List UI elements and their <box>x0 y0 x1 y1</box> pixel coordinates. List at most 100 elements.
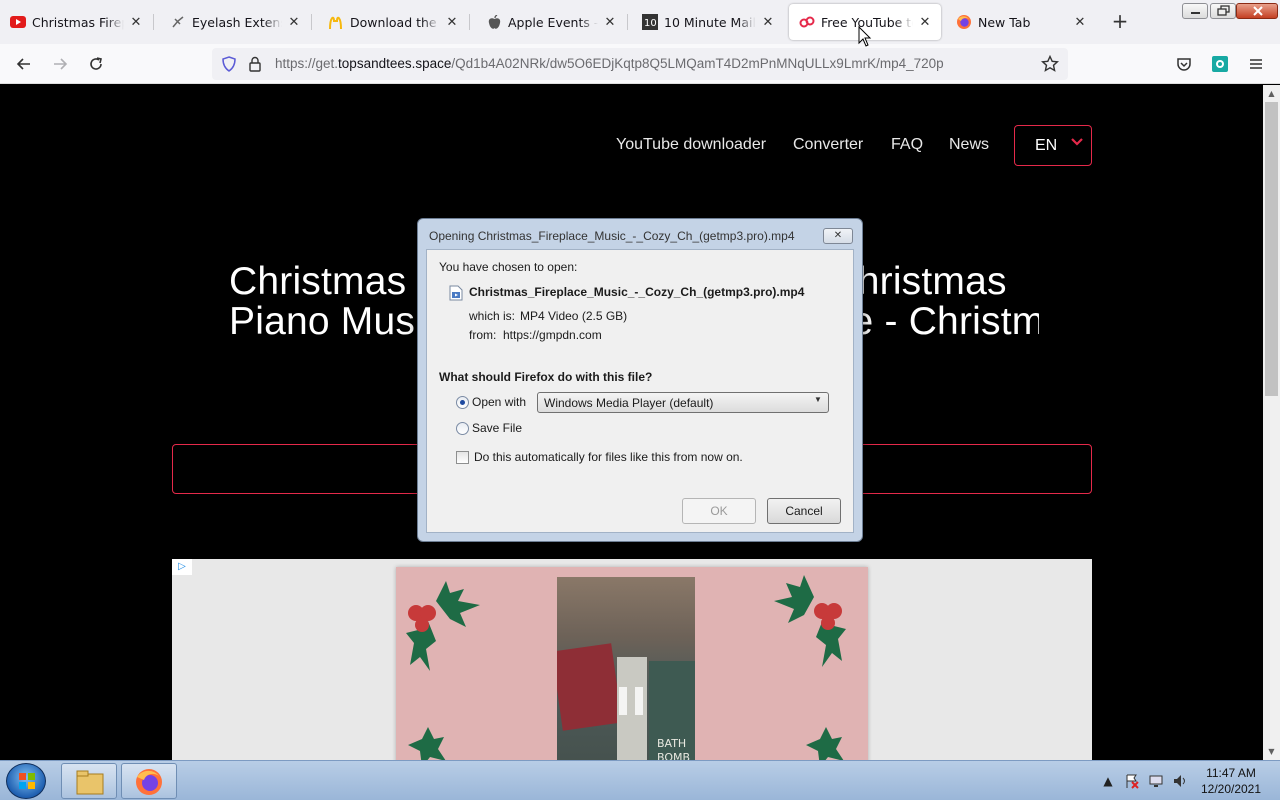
adchoices-icon[interactable]: ▷ <box>172 559 192 575</box>
clock-time[interactable]: 11:47 AM <box>1196 765 1266 781</box>
open-with-label[interactable]: Open with <box>472 395 526 409</box>
tab-christmas-fireplace[interactable]: Christmas Fireplace Music ✕ <box>0 4 152 40</box>
tab-close-icon[interactable]: ✕ <box>760 14 776 30</box>
from-label: from: <box>469 328 497 342</box>
extension-button[interactable] <box>1208 52 1232 76</box>
dialog-title: Opening Christmas_Fireplace_Music_-_Cozy… <box>429 229 795 243</box>
svg-text:10: 10 <box>644 18 657 29</box>
volume-icon[interactable] <box>1172 773 1188 789</box>
back-arrow-icon <box>16 58 30 70</box>
pocket-icon <box>1177 58 1191 71</box>
file-name: Christmas_Fireplace_Music_-_Cozy_Ch_(get… <box>469 285 805 299</box>
url-text[interactable]: https://get.topsandtees.space/Qd1b4A02NR… <box>275 56 944 71</box>
taskbar-file-explorer[interactable] <box>61 763 117 799</box>
tab-separator <box>311 14 312 30</box>
holly-icon <box>774 575 846 667</box>
firefox-icon <box>136 769 162 795</box>
dropdown-arrow-icon: ▼ <box>814 395 822 404</box>
mouse-cursor-icon <box>858 26 872 47</box>
network-icon[interactable] <box>1148 773 1164 789</box>
tab-close-icon[interactable]: ✕ <box>1072 14 1088 30</box>
tab-close-icon[interactable]: ✕ <box>917 14 933 30</box>
url-path: /Qd1b4A02NRk/dw5O6EDjKqtp8Q5LMQamT4D2mPn… <box>451 56 944 71</box>
tab-close-icon[interactable]: ✕ <box>128 14 144 30</box>
advertisement[interactable]: ▷ BATH BOMB <box>172 559 1092 760</box>
apple-icon <box>486 14 502 30</box>
holly-icon <box>406 581 480 671</box>
clock-date[interactable]: 12/20/2021 <box>1196 782 1266 796</box>
nav-link-news[interactable]: News <box>949 136 989 154</box>
save-file-label[interactable]: Save File <box>472 421 522 435</box>
video-file-icon <box>449 285 463 304</box>
menu-button[interactable] <box>1244 52 1268 76</box>
which-is-label: which is: <box>469 309 516 323</box>
source-url-value: https://gmpdn.com <box>503 328 602 342</box>
nav-link-converter[interactable]: Converter <box>793 136 863 154</box>
scrollbar-thumb[interactable] <box>1265 102 1278 396</box>
svg-text:BOMB: BOMB <box>657 751 690 760</box>
tab-title: Christmas Fireplace Music <box>32 14 124 30</box>
url-bar[interactable]: https://get.topsandtees.space/Qd1b4A02NR… <box>212 48 1068 80</box>
taskbar-firefox[interactable] <box>121 763 177 799</box>
firefox-icon <box>956 14 972 30</box>
dialog-close-button[interactable]: ✕ <box>823 228 853 244</box>
tab-close-icon[interactable]: ✕ <box>444 14 460 30</box>
reload-button[interactable] <box>84 52 108 76</box>
chosen-label: You have chosen to open: <box>439 260 578 274</box>
tab-separator <box>469 14 470 30</box>
tab-mcdonalds[interactable]: Download the McDonald's App ✕ <box>318 4 468 40</box>
forward-button[interactable] <box>48 52 72 76</box>
window-close-button[interactable] <box>1236 3 1278 19</box>
tab-separator <box>153 14 154 30</box>
open-with-radio[interactable] <box>456 396 469 409</box>
pocket-button[interactable] <box>1172 52 1196 76</box>
back-button[interactable] <box>12 52 36 76</box>
start-button[interactable] <box>6 763 46 799</box>
ad-video-frame: BATH BOMB <box>557 643 695 760</box>
show-hidden-icons-icon[interactable]: ▲ <box>1100 773 1116 789</box>
save-file-radio[interactable] <box>456 422 469 435</box>
tracking-protection-shield-icon[interactable] <box>221 56 237 75</box>
tab-title: New Tab <box>978 14 1031 30</box>
action-question: What should Firefox do with this file? <box>439 370 653 384</box>
tab-close-icon[interactable]: ✕ <box>286 14 302 30</box>
ok-button[interactable]: OK <box>682 498 756 524</box>
application-select-value: Windows Media Player (default) <box>544 396 714 410</box>
tab-apple-events[interactable]: Apple Events - October ✕ <box>476 4 626 40</box>
language-selector[interactable]: EN <box>1014 125 1092 166</box>
forward-arrow-icon <box>54 58 68 70</box>
navigation-toolbar: https://get.topsandtees.space/Qd1b4A02NR… <box>0 44 1280 84</box>
dialog-body: You have chosen to open: Christmas_Firep… <box>426 249 854 533</box>
holly-leaf-icon <box>806 727 844 760</box>
tab-close-icon[interactable]: ✕ <box>602 14 618 30</box>
ten-minute-mail-icon: 10 <box>642 14 658 30</box>
new-tab-button[interactable]: + <box>1108 10 1132 34</box>
page-scrollbar[interactable]: ▲ ▼ <box>1263 85 1280 760</box>
scroll-up-arrow-icon[interactable]: ▲ <box>1263 85 1280 102</box>
url-prefix: https://get. <box>275 56 339 71</box>
auto-action-label[interactable]: Do this automatically for files like thi… <box>474 450 743 464</box>
tab-10-minute-mail[interactable]: 10 10 Minute Mail ✕ <box>632 4 784 40</box>
windows-logo-icon <box>19 773 35 789</box>
auto-action-checkbox[interactable] <box>456 451 469 464</box>
bookmark-star-icon[interactable] <box>1040 54 1060 76</box>
ad-video[interactable]: BATH BOMB <box>557 577 695 760</box>
minimize-button[interactable] <box>1182 3 1208 19</box>
ad-card[interactable]: BATH BOMB <box>396 567 868 760</box>
action-center-flag-icon[interactable] <box>1124 773 1140 789</box>
cancel-button[interactable]: Cancel <box>767 498 841 524</box>
chevron-down-icon <box>1071 134 1083 150</box>
file-open-dialog: Opening Christmas_Fireplace_Music_-_Cozy… <box>417 218 863 542</box>
nav-link-faq[interactable]: FAQ <box>891 136 923 154</box>
nav-link-youtube-downloader[interactable]: YouTube downloader <box>616 136 766 154</box>
lock-icon[interactable] <box>248 56 262 75</box>
tab-title: 10 Minute Mail <box>664 14 756 30</box>
tab-eyelash-extensions[interactable]: Eyelash Extensions ✕ <box>160 4 310 40</box>
application-select[interactable]: Windows Media Player (default) ▼ <box>537 392 829 413</box>
scroll-down-arrow-icon[interactable]: ▼ <box>1263 743 1280 760</box>
url-host: topsandtees.space <box>338 56 452 71</box>
tab-new-tab[interactable]: New Tab ✕ <box>946 4 1096 40</box>
pause-icon[interactable] <box>619 687 645 715</box>
svg-text:BATH: BATH <box>657 737 686 750</box>
restore-button[interactable] <box>1210 3 1236 19</box>
